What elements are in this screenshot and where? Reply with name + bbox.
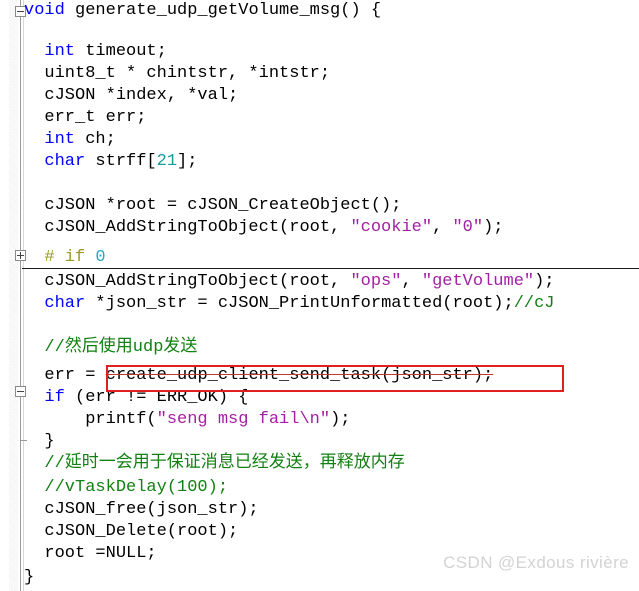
code-token: generate_udp_getVolume_msg() { — [64, 1, 382, 20]
code-token: cJSON *index, *val; — [24, 86, 239, 105]
code-line[interactable]: } — [24, 567, 34, 589]
code-line[interactable]: //vTaskDelay(100); — [24, 477, 228, 499]
code-token: //vTaskDelay(100); — [44, 478, 229, 497]
code-line[interactable]: char strff[21]; — [24, 151, 197, 173]
gutter-stripe — [9, 0, 18, 591]
code-line[interactable]: cJSON *index, *val; — [24, 85, 238, 107]
code-token: ); — [330, 410, 351, 429]
code-token: void — [24, 1, 65, 20]
code-token: char — [44, 152, 86, 171]
code-token: , — [432, 218, 453, 237]
code-token: 0 — [95, 248, 106, 267]
code-token: strff[ — [85, 152, 157, 171]
code-token: ch; — [75, 130, 116, 149]
code-line[interactable]: cJSON_Delete(root); — [24, 521, 238, 543]
code-token: *json_str = cJSON_PrintUnformatted(root)… — [85, 294, 514, 313]
code-token: ); — [534, 272, 555, 291]
code-token: cJSON_AddStringToObject(root, — [24, 272, 351, 291]
code-token: "seng msg fail\n" — [156, 410, 331, 429]
code-line[interactable]: cJSON_AddStringToObject(root, "cookie", … — [24, 217, 504, 239]
code-line[interactable]: } — [24, 431, 55, 453]
code-line[interactable]: void generate_udp_getVolume_msg() { — [24, 0, 381, 22]
code-token: (err != ERR_OK) { — [64, 388, 249, 407]
code-token: uint8_t * chintstr, *intstr; — [24, 64, 331, 83]
code-token: cJSON_free(json_str); — [24, 500, 259, 519]
code-token: if — [44, 388, 65, 407]
code-line[interactable]: if (err != ERR_OK) { — [24, 387, 248, 409]
code-token: cJSON_Delete(root); — [24, 522, 239, 541]
code-line[interactable]: cJSON_AddStringToObject(root, "ops", "ge… — [24, 271, 555, 293]
code-token: # if — [24, 248, 96, 267]
code-token: "ops" — [350, 272, 402, 291]
code-token: } — [24, 568, 35, 587]
csdn-watermark: CSDN @Exdous rivière — [443, 553, 629, 572]
code-line[interactable]: //延时一会用于保证消息已经发送，再释放内存 — [24, 453, 405, 475]
code-token: //cJ — [513, 294, 555, 313]
code-token: err = — [24, 366, 106, 385]
code-token: root =NULL; — [24, 544, 157, 563]
code-line[interactable]: uint8_t * chintstr, *intstr; — [24, 63, 330, 85]
code-token: int — [44, 130, 76, 149]
code-token: , — [401, 272, 422, 291]
code-line[interactable]: err_t err; — [24, 107, 146, 129]
code-token: printf( — [24, 410, 157, 429]
code-token: //延时一会用于保证消息已经发送，再释放内存 — [44, 454, 405, 473]
code-token: timeout; — [75, 42, 167, 61]
code-token: } — [24, 432, 55, 451]
code-token: create_udp_client_send_task(json_str); — [105, 366, 494, 385]
code-line[interactable]: cJSON_free(json_str); — [24, 499, 259, 521]
code-token: "cookie" — [350, 218, 433, 237]
code-token: int — [44, 42, 76, 61]
code-token: cJSON *root = cJSON_CreateObject(); — [24, 196, 402, 215]
code-line[interactable]: //然后使用udp发送 — [24, 337, 197, 359]
code-token: ]; — [177, 152, 198, 171]
code-token: char — [44, 294, 86, 313]
code-editor[interactable]: void generate_udp_getVolume_msg() { int … — [0, 0, 639, 591]
code-token: "0" — [452, 218, 484, 237]
code-line[interactable]: err = create_udp_client_send_task(json_s… — [24, 365, 493, 387]
code-line[interactable]: char *json_str = cJSON_PrintUnformatted(… — [24, 293, 555, 315]
code-line[interactable]: cJSON *root = cJSON_CreateObject(); — [24, 195, 401, 217]
fold-gutter[interactable] — [0, 0, 24, 591]
code-token: ); — [483, 218, 504, 237]
code-token: //然后使用udp发送 — [44, 338, 198, 357]
fold-rail-line — [20, 0, 21, 591]
code-line[interactable]: root =NULL; — [24, 543, 157, 565]
code-token: err_t err; — [24, 108, 147, 127]
code-line[interactable]: int timeout; — [24, 41, 167, 63]
code-token: "getVolume" — [421, 272, 535, 291]
code-line[interactable]: printf("seng msg fail\n"); — [24, 409, 350, 431]
code-line[interactable]: # if 0 — [24, 247, 106, 269]
code-token: cJSON_AddStringToObject(root, — [24, 218, 351, 237]
code-token: 21 — [156, 152, 178, 171]
code-line[interactable]: int ch; — [24, 129, 116, 151]
code-text-area[interactable]: void generate_udp_getVolume_msg() { int … — [24, 0, 639, 591]
